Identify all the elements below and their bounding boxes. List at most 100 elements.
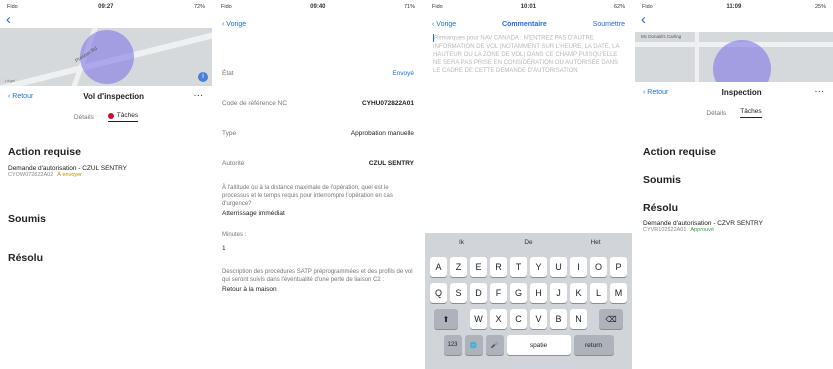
page-title: Vol d'inspection xyxy=(83,91,145,101)
status-badge: À envoyer xyxy=(57,172,83,178)
request-meta: CYVR102522A01 Approuvé xyxy=(643,227,714,233)
numbers-key[interactable]: 123 xyxy=(443,335,462,355)
key[interactable]: Z xyxy=(450,257,467,277)
status-bar: Fido 10:01 62% xyxy=(425,0,632,14)
map-info-icon[interactable]: i xyxy=(198,72,208,82)
section-resolved: Résolu xyxy=(643,202,679,214)
suggestion[interactable]: Ik xyxy=(428,239,495,246)
alert-dot-icon xyxy=(107,112,114,119)
key[interactable]: Q xyxy=(430,283,447,303)
question-c2-link: Description des procédures SATP préprogr… xyxy=(222,269,413,283)
clock: 09:27 xyxy=(98,4,114,10)
microphone-icon[interactable]: 🎤 xyxy=(485,335,504,355)
key[interactable]: S xyxy=(450,283,467,303)
reference-value: CYHU072822A01 xyxy=(361,99,414,107)
screen-flight-tasks: Fido 09:27 72% ‹ Preston Rd Légal i ‹ Re… xyxy=(0,0,212,369)
key[interactable]: Y xyxy=(530,257,547,277)
key[interactable]: T xyxy=(510,257,527,277)
back-button[interactable]: ‹ Vorige xyxy=(432,21,456,28)
request-title[interactable]: Demande d'autorisation - CZVR SENTRY xyxy=(635,220,833,227)
clock: 11:09 xyxy=(726,4,742,10)
screen-comment: Fido 10:01 62% ‹ Vorige Commentaire Soum… xyxy=(425,0,632,369)
key[interactable]: K xyxy=(570,283,587,303)
carrier: Fido xyxy=(432,4,443,10)
more-icon[interactable]: ··· xyxy=(815,89,825,96)
row-reference: Code de référence NC CYHU072822A01 xyxy=(222,99,414,107)
back-chevron-icon[interactable]: ‹ xyxy=(0,12,212,28)
key[interactable]: L xyxy=(590,283,607,303)
comment-textarea[interactable]: Remarques pour NAV CANADA : N'ENTREZ PAS… xyxy=(425,34,632,248)
key[interactable]: E xyxy=(470,257,487,277)
key-row-2: Q S D F G H J K L M xyxy=(428,283,629,303)
map-legal-link[interactable]: Légal xyxy=(5,78,15,83)
section-action-required: Action requise xyxy=(8,146,81,158)
key[interactable]: F xyxy=(490,283,507,303)
request-title[interactable]: Demande d'autorisation - CZUL SENTRY xyxy=(0,165,212,172)
nav-bar: ‹ Retour Inspection ··· xyxy=(635,82,833,102)
shift-icon[interactable]: ⬆ xyxy=(434,309,458,329)
key[interactable]: A xyxy=(430,257,447,277)
key[interactable]: X xyxy=(490,309,507,329)
key-row-1: A Z E R T Y U I O P xyxy=(428,257,629,277)
type-value: Approbation manuelle xyxy=(350,129,414,137)
key[interactable]: R xyxy=(490,257,507,277)
comment-placeholder: Remarques pour NAV CANADA : N'ENTREZ PAS… xyxy=(433,35,620,74)
row-state: État Envoyé xyxy=(222,69,414,77)
question-emergency: À l'altitude ou à la distance maximale d… xyxy=(222,185,393,207)
space-key[interactable]: spatie xyxy=(506,335,571,355)
status-bar: Fido 11:09 25% xyxy=(635,0,833,14)
tab-bar: Détails Tâches xyxy=(635,102,833,124)
back-button[interactable]: ‹ Vorige xyxy=(222,21,246,28)
row-type: Type Approbation manuelle xyxy=(222,129,414,137)
tab-bar: Détails Tâches xyxy=(0,106,212,128)
tab-tasks[interactable]: Tâches xyxy=(107,112,139,122)
map-view[interactable]: Preston Rd Légal i xyxy=(0,28,212,86)
clock: 09:40 xyxy=(310,4,326,10)
back-button[interactable]: ‹ Retour xyxy=(8,93,33,100)
section-submitted: Soumis xyxy=(8,213,46,225)
map-view[interactable]: Mc Donald's Carling xyxy=(635,32,833,82)
globe-icon[interactable]: 🌐 xyxy=(464,335,483,355)
back-button[interactable]: ‹ Retour xyxy=(643,89,668,96)
answer-emergency: Atterrissage immédiat xyxy=(222,210,285,217)
nav-bar: ‹ Vorige xyxy=(214,14,422,34)
tab-details[interactable]: Détails xyxy=(706,110,726,117)
status-badge: Approuvé xyxy=(690,227,714,233)
key[interactable]: M xyxy=(610,283,627,303)
key[interactable]: V xyxy=(530,309,547,329)
submit-button[interactable]: Soumettre xyxy=(593,21,625,28)
key-row-4: 123 🌐 🎤 spatie return xyxy=(428,335,629,355)
answer-c2-link: Retour à la maison xyxy=(222,286,277,293)
page-title: Commentaire xyxy=(502,20,547,28)
key[interactable]: B xyxy=(550,309,567,329)
tab-details[interactable]: Détails xyxy=(74,114,94,121)
key[interactable]: O xyxy=(590,257,607,277)
key[interactable]: N xyxy=(570,309,587,329)
page-title: Inspection xyxy=(721,87,762,97)
return-key[interactable]: return xyxy=(573,335,614,355)
key[interactable]: W xyxy=(470,309,487,329)
backspace-icon[interactable]: ⌫ xyxy=(599,309,623,329)
key[interactable]: C xyxy=(510,309,527,329)
section-action-required: Action requise xyxy=(643,146,716,158)
more-icon[interactable]: ··· xyxy=(194,93,204,100)
carrier: Fido xyxy=(221,4,232,10)
section-resolved: Résolu xyxy=(8,252,44,264)
clock: 10:01 xyxy=(520,4,537,10)
carrier: Fido xyxy=(7,4,18,10)
nav-bar: ‹ Vorige Commentaire Soumettre xyxy=(425,14,632,34)
key[interactable]: I xyxy=(570,257,587,277)
key[interactable]: J xyxy=(550,283,567,303)
back-chevron-icon[interactable]: ‹ xyxy=(635,12,833,28)
suggestion[interactable]: De xyxy=(495,239,562,246)
key[interactable]: H xyxy=(530,283,547,303)
authority-value: CZUL SENTRY xyxy=(368,159,414,167)
key[interactable]: P xyxy=(610,257,627,277)
tab-tasks[interactable]: Tâches xyxy=(740,108,762,118)
battery: 71% xyxy=(403,4,415,10)
battery: 62% xyxy=(613,4,625,10)
key[interactable]: D xyxy=(470,283,487,303)
suggestion[interactable]: Het xyxy=(562,239,629,246)
key[interactable]: G xyxy=(510,283,527,303)
key[interactable]: U xyxy=(550,257,567,277)
